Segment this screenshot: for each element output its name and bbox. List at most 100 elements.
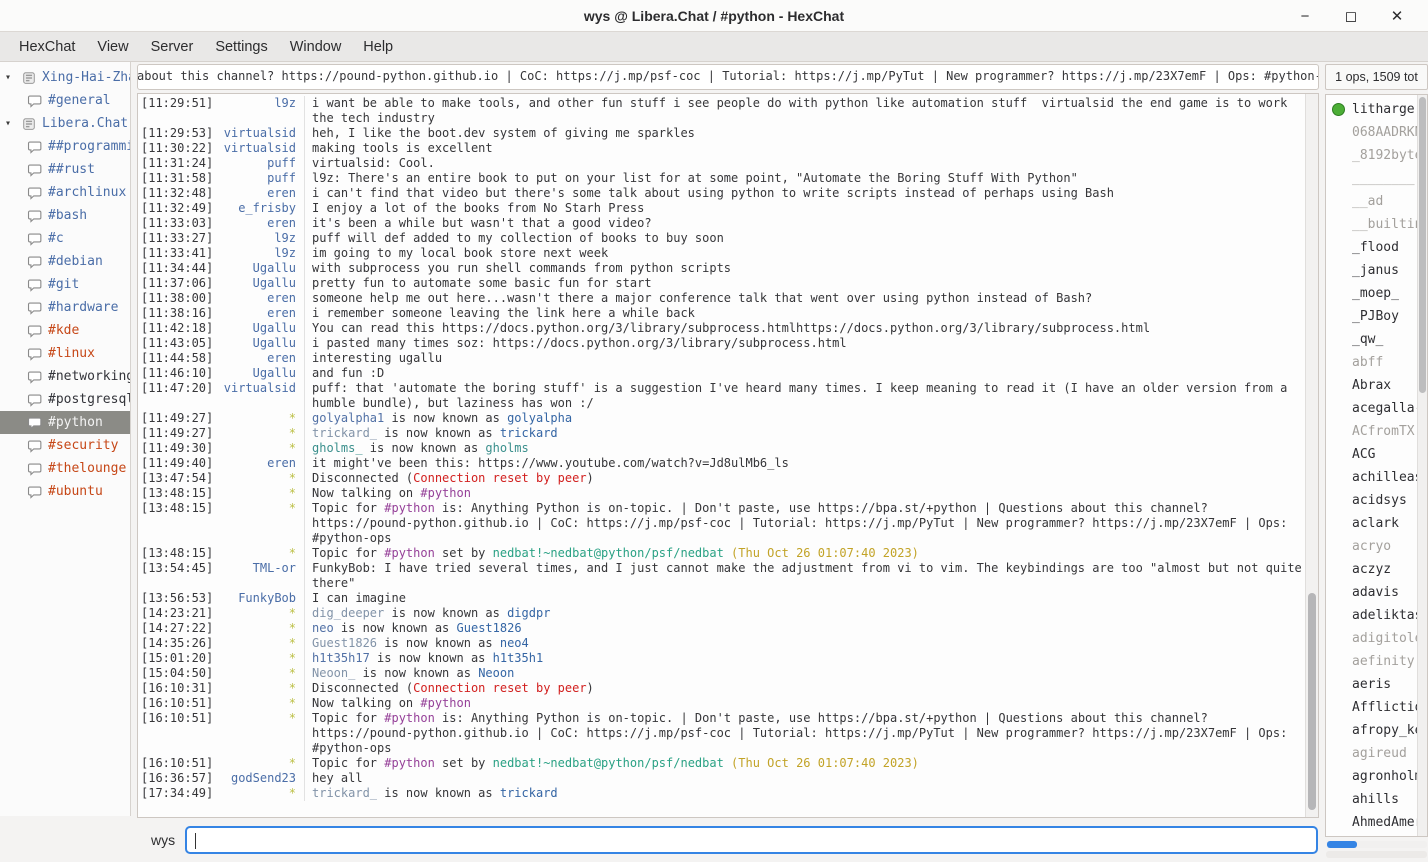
channel-rust[interactable]: ##rust [0, 158, 130, 181]
nick[interactable]: eren [213, 306, 305, 321]
nick[interactable]: Ugallu [213, 276, 305, 291]
nick[interactable]: l9z [213, 96, 305, 126]
user-aeris[interactable]: aeris [1326, 673, 1417, 696]
menu-server[interactable]: Server [140, 32, 205, 62]
event-star[interactable]: * [213, 546, 305, 561]
user-agireud[interactable]: agireud [1326, 742, 1417, 765]
nick[interactable]: godSend23 [213, 771, 305, 786]
event-star[interactable]: * [213, 711, 305, 756]
nick[interactable]: eren [213, 351, 305, 366]
user-068AADRKN[interactable]: 068AADRKN [1326, 121, 1417, 144]
user-afropy_ke[interactable]: afropy_ke [1326, 719, 1417, 742]
server-tree[interactable]: ▾Xing-Hai-Zhan#general▾Libera.Chat##prog… [0, 62, 131, 816]
nick[interactable]: eren [213, 186, 305, 201]
user-list-hscrollbar-track[interactable] [1326, 851, 1427, 858]
event-star[interactable]: * [213, 411, 305, 426]
channel-hardware[interactable]: #hardware [0, 296, 130, 319]
user-adavis[interactable]: adavis [1326, 581, 1417, 604]
menu-hexchat[interactable]: HexChat [8, 32, 86, 62]
user-aczyz[interactable]: aczyz [1326, 558, 1417, 581]
user-litharge[interactable]: litharge [1326, 98, 1417, 121]
event-star[interactable]: * [213, 471, 305, 486]
nick[interactable]: virtualsid [213, 126, 305, 141]
user-_flood[interactable]: _flood [1326, 236, 1417, 259]
menu-help[interactable]: Help [352, 32, 404, 62]
nick[interactable]: puff [213, 156, 305, 171]
channel-python[interactable]: #python [0, 411, 130, 434]
menu-settings[interactable]: Settings [204, 32, 278, 62]
nick[interactable]: FunkyBob [213, 591, 305, 606]
nick[interactable]: Ugallu [213, 321, 305, 336]
server-Libera.Chat[interactable]: ▾Libera.Chat [0, 112, 130, 135]
channel-programming[interactable]: ##programming [0, 135, 130, 158]
user-ahills[interactable]: ahills [1326, 788, 1417, 811]
chat-scrollbar-thumb[interactable] [1308, 593, 1316, 810]
user-acryo[interactable]: acryo [1326, 535, 1417, 558]
user-acegalla-[interactable]: acegalla- [1326, 397, 1417, 420]
nick[interactable]: virtualsid [213, 141, 305, 156]
server-Xing-Hai-Zhan[interactable]: ▾Xing-Hai-Zhan [0, 66, 130, 89]
event-star[interactable]: * [213, 441, 305, 456]
user-agronholm[interactable]: agronholm [1326, 765, 1417, 788]
nick[interactable]: l9z [213, 231, 305, 246]
message-input[interactable] [185, 826, 1318, 854]
channel-postgresql[interactable]: #postgresql [0, 388, 130, 411]
expander-icon[interactable]: ▾ [5, 72, 22, 83]
nick[interactable]: eren [213, 456, 305, 471]
channel-kde[interactable]: #kde [0, 319, 130, 342]
nick[interactable]: Ugallu [213, 336, 305, 351]
event-star[interactable]: * [213, 501, 305, 546]
nick[interactable]: Ugallu [213, 366, 305, 381]
event-star[interactable]: * [213, 696, 305, 711]
user-Affliction[interactable]: Affliction [1326, 696, 1417, 719]
user-_PJBoy[interactable]: _PJBoy [1326, 305, 1417, 328]
channel-bash[interactable]: #bash [0, 204, 130, 227]
channel-security[interactable]: #security [0, 434, 130, 457]
user-_moep_[interactable]: _moep_ [1326, 282, 1417, 305]
user-aclark[interactable]: aclark [1326, 512, 1417, 535]
user-adigitole[interactable]: adigitole [1326, 627, 1417, 650]
event-star[interactable]: * [213, 756, 305, 771]
channel-networking[interactable]: #networking [0, 365, 130, 388]
user-abff[interactable]: abff [1326, 351, 1417, 374]
nick[interactable]: l9z [213, 246, 305, 261]
user-__builtin[interactable]: __builtin [1326, 213, 1417, 236]
user-__ad[interactable]: __ad [1326, 190, 1417, 213]
user-list-hscrollbar[interactable] [1326, 841, 1427, 848]
channel-ubuntu[interactable]: #ubuntu [0, 480, 130, 503]
maximize-icon[interactable]: ◻ [1336, 7, 1366, 25]
channel-archlinux[interactable]: #archlinux [0, 181, 130, 204]
user-list-scrollbar-thumb[interactable] [1419, 97, 1426, 393]
event-star[interactable]: * [213, 486, 305, 501]
nick[interactable]: e_frisby [213, 201, 305, 216]
event-star[interactable]: * [213, 681, 305, 696]
user-AhmedAmer[interactable]: AhmedAmer [1326, 811, 1417, 834]
user-ACfromTX[interactable]: ACfromTX [1326, 420, 1417, 443]
user-acidsys[interactable]: acidsys [1326, 489, 1417, 512]
event-star[interactable]: * [213, 651, 305, 666]
user-_8192byte[interactable]: _8192byte [1326, 144, 1417, 167]
user-ACG[interactable]: ACG [1326, 443, 1417, 466]
topic-entry[interactable]: about this channel? https://pound-python… [137, 64, 1319, 90]
chat-scrollbar[interactable] [1305, 94, 1318, 817]
nick[interactable]: eren [213, 216, 305, 231]
channel-general[interactable]: #general [0, 89, 130, 112]
close-icon[interactable]: ✕ [1382, 7, 1412, 25]
user-________[interactable]: ________ [1326, 167, 1417, 190]
nick[interactable]: virtualsid [213, 381, 305, 411]
user-_janus[interactable]: _janus [1326, 259, 1417, 282]
nick[interactable]: Ugallu [213, 261, 305, 276]
channel-linux[interactable]: #linux [0, 342, 130, 365]
chat-lines[interactable]: [11:29:51]l9zi want be able to make tool… [138, 94, 1305, 817]
event-star[interactable]: * [213, 636, 305, 651]
nick[interactable]: eren [213, 291, 305, 306]
user-list-scrollbar[interactable] [1417, 95, 1427, 836]
event-star[interactable]: * [213, 786, 305, 801]
menu-view[interactable]: View [86, 32, 139, 62]
channel-debian[interactable]: #debian [0, 250, 130, 273]
menu-window[interactable]: Window [279, 32, 353, 62]
channel-git[interactable]: #git [0, 273, 130, 296]
channel-c[interactable]: #c [0, 227, 130, 250]
user-adeliktas[interactable]: adeliktas [1326, 604, 1417, 627]
nick[interactable]: TML-or [213, 561, 305, 591]
